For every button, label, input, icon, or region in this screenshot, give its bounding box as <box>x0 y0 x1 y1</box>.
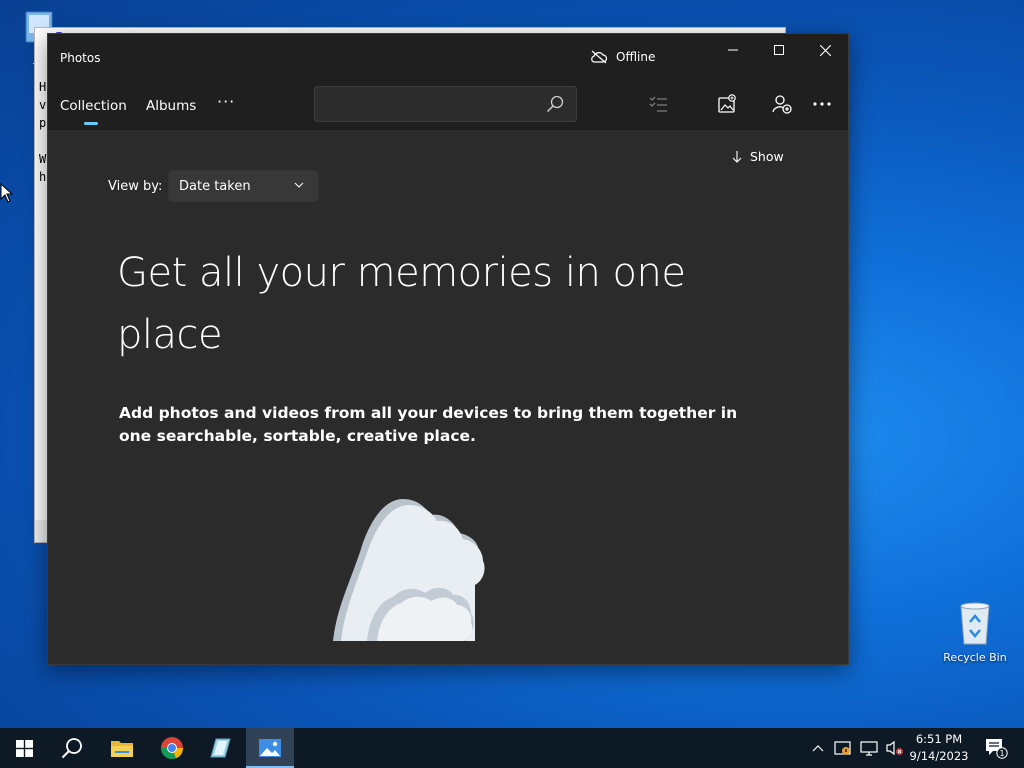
view-by-dropdown[interactable]: Date taken <box>168 170 319 202</box>
taskbar-generic-app[interactable] <box>196 728 244 768</box>
search-box[interactable] <box>314 86 577 122</box>
search-input[interactable] <box>315 87 545 121</box>
hero-description: Add photos and videos from all your devi… <box>119 404 738 445</box>
add-people-icon <box>772 95 792 114</box>
taskbar-photos[interactable] <box>246 728 294 768</box>
search-icon[interactable] <box>546 95 564 113</box>
minimize-icon <box>728 49 738 51</box>
security-icon[interactable] <box>834 740 852 756</box>
background-text-line: H <box>39 80 47 94</box>
arrow-down-icon <box>732 150 742 163</box>
import-icon <box>718 94 736 113</box>
taskbar-clock[interactable]: 6:51 PM 9/14/2023 <box>906 731 972 765</box>
notification-count: 1 <box>999 749 1004 758</box>
title-bar[interactable]: Photos Offline <box>48 34 848 80</box>
search-icon <box>61 738 82 759</box>
taskbar-file-explorer[interactable] <box>98 728 146 768</box>
chrome-icon <box>161 737 184 760</box>
offline-status[interactable]: Offline <box>590 50 655 64</box>
chevron-down-icon <box>294 182 304 188</box>
minimize-button[interactable] <box>710 34 756 66</box>
network-icon[interactable] <box>860 740 878 756</box>
desktop-icon-label: Recycle Bin <box>943 651 1007 664</box>
close-button[interactable] <box>802 34 848 66</box>
generic-app-icon <box>210 738 231 758</box>
background-text-line: p <box>39 116 47 130</box>
select-icon <box>649 96 667 112</box>
background-text-line: W <box>39 152 47 166</box>
close-icon <box>819 44 831 56</box>
tab-selected-indicator <box>84 122 98 125</box>
notification-center-button[interactable]: 1 <box>976 728 1016 768</box>
taskbar: 6:51 PM 9/14/2023 1 <box>0 728 1024 768</box>
mouse-cursor-icon <box>0 183 14 203</box>
desktop-icon-recycle-bin[interactable]: Recycle Bin <box>938 600 1012 664</box>
background-text-line: h <box>39 170 47 184</box>
view-by-value: Date taken <box>179 178 251 194</box>
offline-label: Offline <box>616 50 656 64</box>
show-button[interactable]: Show <box>732 149 784 164</box>
more-options-button[interactable] <box>810 92 834 116</box>
maximize-button[interactable] <box>756 34 802 66</box>
tab-collection[interactable]: Collection <box>60 98 127 114</box>
photos-window[interactable]: Photos Offline Collection Albums ··· Sho… <box>47 33 849 665</box>
notification-icon: 1 <box>986 739 1008 759</box>
photos-icon <box>259 739 281 757</box>
tab-albums[interactable]: Albums <box>146 98 196 114</box>
more-tabs-button[interactable]: ··· <box>217 92 235 111</box>
show-label: Show <box>750 149 784 164</box>
more-icon <box>813 102 831 106</box>
app-title: Photos <box>60 51 101 65</box>
taskbar-search-button[interactable] <box>48 728 96 768</box>
hero-title: Get all your memories in one place <box>117 250 686 358</box>
taskbar-chrome[interactable] <box>148 728 196 768</box>
start-icon <box>15 739 33 757</box>
toolbar: Collection Albums ··· <box>48 80 848 130</box>
view-by-label: View by: <box>108 179 163 194</box>
volume-muted-icon[interactable] <box>886 740 904 756</box>
clock-time: 6:51 PM <box>915 732 963 746</box>
start-button[interactable] <box>0 728 48 768</box>
import-button[interactable] <box>715 92 739 116</box>
select-button[interactable] <box>646 92 670 116</box>
background-text-line: v <box>39 98 47 112</box>
add-people-button[interactable] <box>770 92 794 116</box>
file-explorer-icon <box>111 741 133 757</box>
chevron-up-icon[interactable] <box>812 744 824 752</box>
cloud-illustration <box>333 499 485 641</box>
clock-date: 9/14/2023 <box>909 749 969 763</box>
cloud-offline-icon <box>591 50 608 64</box>
system-tray <box>812 728 904 768</box>
maximize-icon <box>774 45 784 55</box>
recycle-bin-icon <box>960 602 990 645</box>
